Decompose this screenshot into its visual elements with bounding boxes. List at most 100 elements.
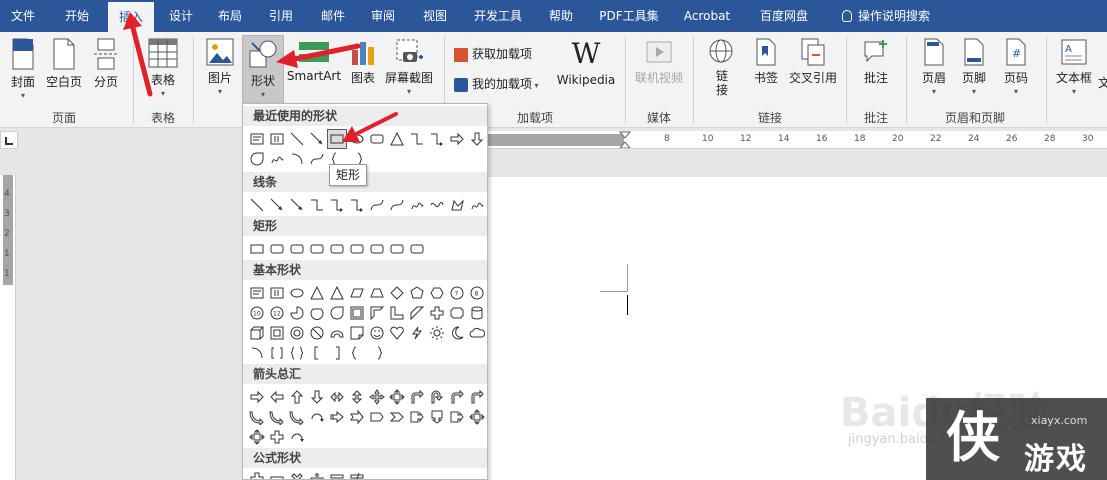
shape-bluarc-icon[interactable]: [328, 324, 346, 342]
shape-tri-icon[interactable]: [388, 130, 406, 148]
shape-callr-icon[interactable]: [448, 408, 466, 426]
shape-dec-icon[interactable]: 10: [248, 304, 266, 322]
shape-calld-icon[interactable]: [428, 408, 446, 426]
shape-wave-icon[interactable]: [428, 196, 446, 214]
footer-button[interactable]: 页脚 ▾: [956, 38, 992, 96]
shape-fold-icon[interactable]: [348, 324, 366, 342]
tab-pdf-tools[interactable]: PDF工具集: [592, 0, 666, 32]
shape-larr-icon[interactable]: [268, 388, 286, 406]
shape-uarr-icon[interactable]: [288, 388, 306, 406]
get-addins-button[interactable]: 获取加载项: [454, 44, 532, 64]
text-box-button[interactable]: A 文本框 ▾: [1054, 38, 1094, 96]
shape-curvr-icon[interactable]: [268, 408, 286, 426]
tab-view[interactable]: 视图: [412, 0, 458, 32]
text-more-button[interactable]: 文: [1096, 74, 1107, 91]
tab-insert[interactable]: 插入: [108, 2, 154, 32]
shape-scrib-icon[interactable]: [408, 196, 426, 214]
shape-rarr-icon[interactable]: [248, 388, 266, 406]
shape-divd-icon[interactable]: [308, 470, 326, 479]
shape-tb-icon[interactable]: [248, 130, 266, 148]
shape-rarr-icon[interactable]: [448, 130, 466, 148]
tab-selector[interactable]: [0, 131, 18, 149]
tab-file[interactable]: 文件: [0, 0, 46, 32]
picture-button[interactable]: 图片 ▾: [202, 38, 238, 96]
shape-bevel-icon[interactable]: [268, 324, 286, 342]
shape-hept-icon[interactable]: 7: [448, 284, 466, 302]
bookmark-button[interactable]: 书签: [748, 38, 784, 86]
shape-vtb-icon[interactable]: [268, 130, 286, 148]
shape-notch-icon[interactable]: [348, 408, 366, 426]
shape-cross-icon[interactable]: [428, 304, 446, 322]
shape-scrib-icon[interactable]: [268, 150, 286, 168]
shape-scrib-icon[interactable]: [468, 196, 486, 214]
shape-rrect-icon[interactable]: [288, 240, 306, 258]
tab-home[interactable]: 开始: [54, 0, 100, 32]
shape-rrect-icon[interactable]: [388, 240, 406, 258]
shape-curvr-icon[interactable]: [248, 408, 266, 426]
shape-vtb-icon[interactable]: [268, 284, 286, 302]
shape-noent-icon[interactable]: [308, 324, 326, 342]
shape-equal-icon[interactable]: [328, 470, 346, 479]
shape-call4-icon[interactable]: [248, 428, 266, 446]
shape-hex-icon[interactable]: [428, 284, 446, 302]
shape-arcl-icon[interactable]: [248, 344, 266, 362]
shape-curvr-icon[interactable]: [288, 408, 306, 426]
tab-layout[interactable]: 布局: [207, 0, 253, 32]
shape-pent-icon[interactable]: [408, 284, 426, 302]
shapes-button[interactable]: 形状 ▾: [242, 35, 284, 105]
tab-review[interactable]: 审阅: [360, 0, 406, 32]
shape-rrect-icon[interactable]: [308, 240, 326, 258]
shape-pie-icon[interactable]: [288, 304, 306, 322]
horizontal-ruler[interactable]: 8 10 12 14 16 18 20 22 24 26 28 30: [488, 131, 1107, 149]
shape-dbrc-icon[interactable]: [288, 344, 306, 362]
new-comment-button[interactable]: 批注: [856, 38, 896, 86]
shape-frame-icon[interactable]: [348, 304, 366, 322]
shape-pentar-icon[interactable]: [368, 408, 386, 426]
shape-tb-icon[interactable]: [248, 284, 266, 302]
shape-elbow-icon[interactable]: [308, 196, 326, 214]
shape-cloud-icon[interactable]: [468, 324, 486, 342]
tab-design[interactable]: 设计: [158, 0, 204, 32]
shape-cube-icon[interactable]: [248, 324, 266, 342]
shape-can-icon[interactable]: [468, 304, 486, 322]
shape-rrect-icon[interactable]: [368, 130, 386, 148]
link-button[interactable]: 链 接: [702, 38, 742, 97]
shape-rrect-icon[interactable]: [408, 240, 426, 258]
shape-elbowa-icon[interactable]: [428, 130, 446, 148]
tab-developer[interactable]: 开发工具: [466, 0, 530, 32]
shape-quad-icon[interactable]: [368, 388, 386, 406]
shape-plus-icon[interactable]: [248, 470, 266, 479]
indent-marker-icon[interactable]: [619, 131, 631, 149]
shape-rrect-icon[interactable]: [328, 240, 346, 258]
shape-brl-icon[interactable]: [348, 344, 366, 362]
shape-lshape-icon[interactable]: [388, 304, 406, 322]
chart-button[interactable]: 图表: [346, 38, 380, 86]
shape-callr-icon[interactable]: [408, 408, 426, 426]
shape-free-icon[interactable]: [448, 196, 466, 214]
shape-call4-icon[interactable]: [468, 408, 486, 426]
shape-brr-icon[interactable]: [368, 344, 386, 362]
tell-me-search[interactable]: 操作说明搜索: [830, 0, 942, 32]
shape-arcl-icon[interactable]: [288, 150, 306, 168]
shape-tri-icon[interactable]: [328, 284, 346, 302]
page-number-button[interactable]: # 页码 ▾: [998, 38, 1034, 96]
shape-half-icon[interactable]: [368, 304, 386, 322]
shape-tear-icon[interactable]: [248, 150, 266, 168]
tab-baidu-netdisk[interactable]: 百度网盘: [748, 0, 820, 32]
shape-arrline-icon[interactable]: [288, 196, 306, 214]
shape-mult-icon[interactable]: [288, 470, 306, 479]
shape-circa-icon[interactable]: [308, 408, 326, 426]
shape-tri-icon[interactable]: [308, 284, 326, 302]
shape-dbrk-icon[interactable]: [268, 344, 286, 362]
shape-oct-icon[interactable]: 8: [468, 284, 486, 302]
shape-uturn-icon[interactable]: [428, 388, 446, 406]
shape-sun-icon[interactable]: [428, 324, 446, 342]
header-button[interactable]: 页眉 ▾: [916, 38, 952, 96]
shape-tear-icon[interactable]: [328, 304, 346, 322]
tab-help[interactable]: 帮助: [538, 0, 584, 32]
smartart-button[interactable]: SmartArt: [286, 38, 342, 83]
tab-acrobat[interactable]: Acrobat: [676, 0, 738, 32]
shape-dodec-icon[interactable]: 12: [268, 304, 286, 322]
shape-elbow-icon[interactable]: [408, 130, 426, 148]
shape-curve-icon[interactable]: [368, 196, 386, 214]
